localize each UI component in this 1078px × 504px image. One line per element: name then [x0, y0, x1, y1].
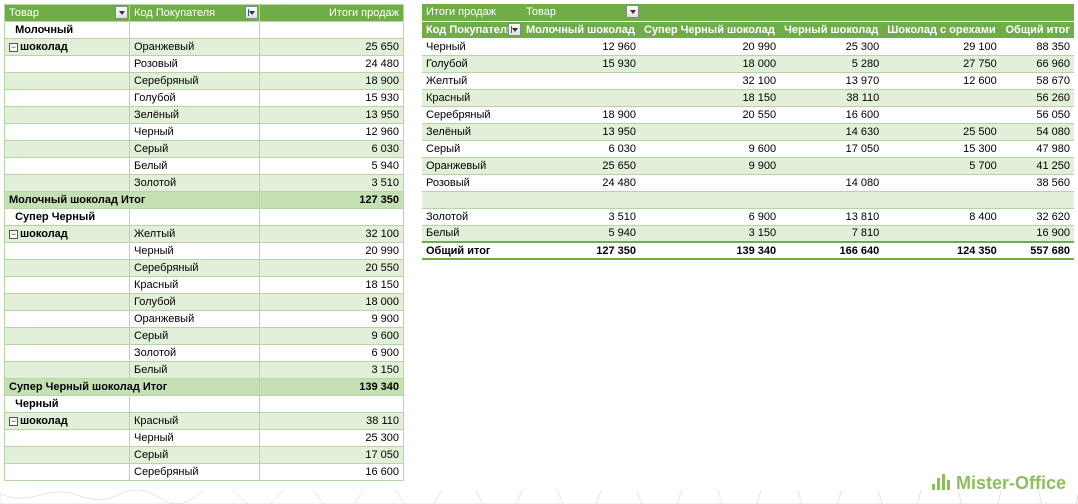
grand-total-row: Общий итог 127 350 139 340 166 640 124 3… [422, 242, 1074, 259]
col-black: Черный шоколад [780, 21, 883, 38]
table-row: Зелёный13 95014 63025 50054 080 [422, 123, 1074, 140]
table-row: Оранжевый25 6509 9005 70041 250 [422, 157, 1074, 174]
table-row: Голубой18 000 [5, 294, 404, 311]
corner-product[interactable]: Товар [522, 4, 640, 21]
col-super-black: Супер Черный шоколад [640, 21, 780, 38]
table-row: Белый3 150 [5, 362, 404, 379]
row-header-buyer[interactable]: Код Покупателя [422, 21, 522, 38]
filter-dropdown-icon[interactable] [115, 6, 128, 19]
col-header-product[interactable]: Товар [5, 5, 130, 22]
corner-sales: Итоги продаж [422, 4, 522, 21]
table-row: Черный20 990 [5, 243, 404, 260]
table-row [422, 191, 1074, 208]
group-label: Черный [5, 396, 130, 413]
col-header-sales: Итоги продаж [260, 5, 404, 22]
table-row: Золотой6 900 [5, 345, 404, 362]
table-row: Серый6 0309 60017 05015 30047 980 [422, 140, 1074, 157]
table-row: Розовый24 48014 08038 560 [422, 174, 1074, 191]
table-row: Оранжевый9 900 [5, 311, 404, 328]
table-row: Серый6 030 [5, 141, 404, 158]
table-row: Белый5 9403 1507 81016 900 [422, 225, 1074, 242]
left-pivot-table: Товар Код Покупателя Итоги продаж Молочн… [4, 4, 404, 481]
subtotal-row: Молочный шоколад Итог127 350 [5, 192, 404, 209]
table-row: Серебряный16 600 [5, 464, 404, 481]
table-row: Голубой15 930 [5, 90, 404, 107]
col-nuts: Шоколад с орехами [883, 21, 1001, 38]
right-pivot-table: Итоги продаж Товар Код Покупателя Молочн… [422, 4, 1074, 481]
table-row: Зелёный13 950 [5, 107, 404, 124]
torn-edge-decoration [0, 490, 1078, 504]
group-label: Супер Черный [5, 209, 130, 226]
table-row: Серый17 050 [5, 447, 404, 464]
collapse-icon[interactable]: − [9, 417, 18, 426]
table-row: Черный12 960 [5, 124, 404, 141]
table-row: Золотой3 5106 90013 8108 40032 620 [422, 208, 1074, 225]
table-row: Желтый32 10013 97012 60058 670 [422, 72, 1074, 89]
col-grand: Общий итог [1001, 21, 1074, 38]
collapse-icon[interactable]: − [9, 43, 18, 52]
table-row: Красный18 15038 11056 260 [422, 89, 1074, 106]
table-row: Серый9 600 [5, 328, 404, 345]
table-row: −шоколадОранжевый25 650 [5, 39, 404, 56]
table-row: Розовый24 480 [5, 56, 404, 73]
col-milk: Молочный шоколад [522, 21, 640, 38]
table-row: Серебряный18 900 [5, 73, 404, 90]
table-row: Серебряный20 550 [5, 260, 404, 277]
table-row: −шоколадКрасный38 110 [5, 413, 404, 430]
table-row: Белый5 940 [5, 158, 404, 175]
subtotal-row: Супер Черный шоколад Итог139 340 [5, 379, 404, 396]
filter-dropdown-icon[interactable] [626, 5, 639, 18]
sort-dropdown-icon[interactable] [508, 23, 521, 36]
table-row: −шоколадЖелтый32 100 [5, 226, 404, 243]
table-row: Черный25 300 [5, 430, 404, 447]
table-row: Голубой15 93018 0005 28027 75066 960 [422, 55, 1074, 72]
sort-dropdown-icon[interactable] [245, 6, 258, 19]
table-row: Красный18 150 [5, 277, 404, 294]
col-header-buyer[interactable]: Код Покупателя [130, 5, 260, 22]
group-label: Молочный [5, 22, 130, 39]
collapse-icon[interactable]: − [9, 230, 18, 239]
table-row: Черный12 96020 99025 30029 10088 350 [422, 38, 1074, 55]
table-row: Серебряный18 90020 55016 60056 050 [422, 106, 1074, 123]
table-row: Золотой3 510 [5, 175, 404, 192]
